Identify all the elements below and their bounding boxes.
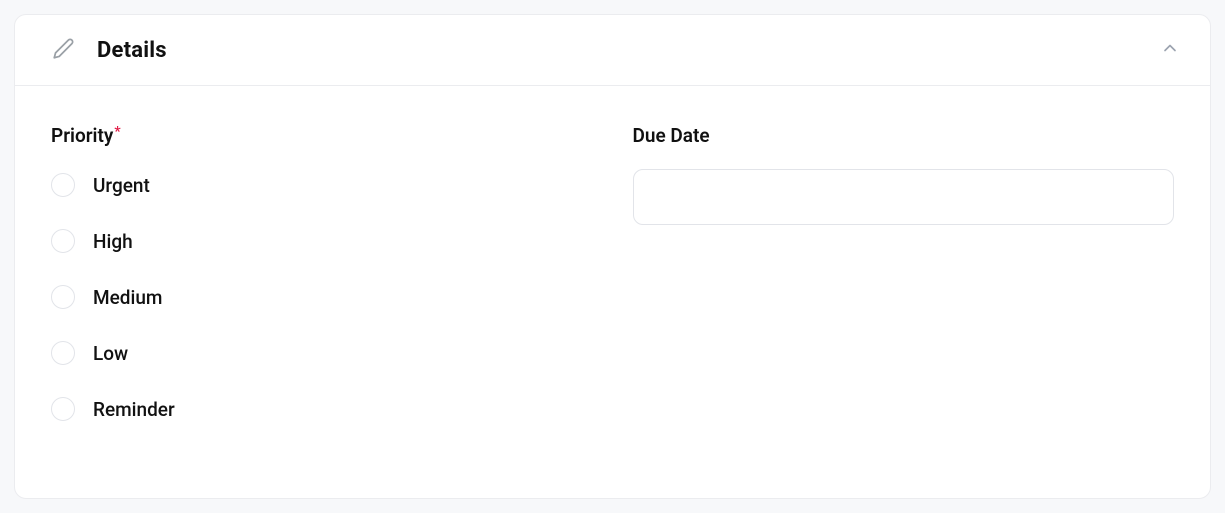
radio-circle <box>51 341 75 365</box>
priority-option-urgent[interactable]: Urgent <box>51 173 593 197</box>
radio-label: Urgent <box>93 174 150 197</box>
priority-column: Priority* Urgent High Medium Low <box>51 124 593 421</box>
required-asterisk: * <box>114 124 120 140</box>
priority-radio-group: Urgent High Medium Low Reminder <box>51 173 593 421</box>
priority-option-reminder[interactable]: Reminder <box>51 397 593 421</box>
card-header-left: Details <box>51 35 167 65</box>
priority-option-medium[interactable]: Medium <box>51 285 593 309</box>
radio-circle <box>51 173 75 197</box>
radio-circle <box>51 285 75 309</box>
priority-label-wrapper: Priority* <box>51 124 593 167</box>
priority-label: Priority <box>51 124 113 147</box>
details-card: Details Priority* Urgent High <box>14 14 1211 499</box>
radio-circle <box>51 229 75 253</box>
card-title: Details <box>97 38 167 63</box>
due-date-label: Due Date <box>633 124 1175 147</box>
radio-label: Reminder <box>93 398 175 421</box>
radio-label: Medium <box>93 286 162 309</box>
pencil-icon <box>51 35 77 65</box>
card-body: Priority* Urgent High Medium Low <box>15 86 1210 445</box>
chevron-up-icon[interactable] <box>1160 38 1180 62</box>
due-date-input[interactable] <box>633 169 1175 225</box>
radio-label: High <box>93 230 133 253</box>
priority-option-high[interactable]: High <box>51 229 593 253</box>
due-date-column: Due Date <box>633 124 1175 421</box>
radio-circle <box>51 397 75 421</box>
details-card-header[interactable]: Details <box>15 15 1210 86</box>
radio-label: Low <box>93 342 128 365</box>
priority-option-low[interactable]: Low <box>51 341 593 365</box>
